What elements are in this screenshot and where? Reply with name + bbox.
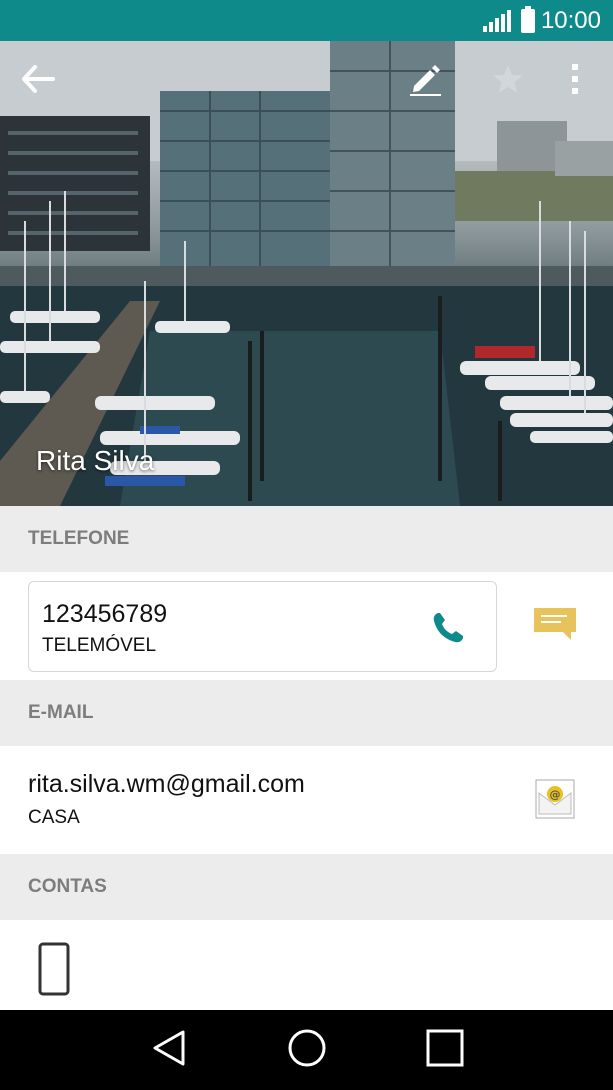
- battery-icon: [520, 5, 535, 33]
- star-icon: [493, 65, 523, 93]
- more-vert-icon: [572, 64, 578, 94]
- edit-contact-button[interactable]: [403, 57, 447, 101]
- phone-icon: [433, 613, 463, 643]
- email-row[interactable]: rita.silva.wm@gmail.com CASA @: [0, 746, 613, 854]
- phone-section-header: TELEFONE: [0, 506, 613, 572]
- accounts-row[interactable]: [0, 920, 613, 1010]
- accounts-section-header: CONTAS: [0, 854, 613, 920]
- nav-back-button[interactable]: [149, 1028, 189, 1073]
- harbor-photo: [0, 41, 613, 506]
- phone-row: 123456789 TELEMÓVEL: [0, 572, 613, 680]
- device-phone-icon: [38, 942, 70, 996]
- circle-home-icon: [288, 1029, 325, 1066]
- email-icon: @: [535, 779, 575, 819]
- nav-recents-button[interactable]: [425, 1028, 465, 1073]
- contact-name: Rita Silva: [36, 445, 155, 476]
- status-time: 10:00: [540, 6, 601, 34]
- triangle-back-icon: [153, 1030, 184, 1065]
- status-bar: 10:00: [0, 0, 613, 41]
- more-options-button[interactable]: [553, 57, 597, 101]
- email-section-header: E-MAIL: [0, 680, 613, 746]
- message-icon: [534, 608, 576, 640]
- signal-icon: [482, 9, 511, 32]
- pencil-icon: [410, 65, 441, 96]
- square-recents-icon: [426, 1029, 463, 1066]
- contact-header-photo: Rita Silva: [0, 41, 613, 506]
- favorite-button[interactable]: [486, 57, 530, 101]
- email-type: CASA: [28, 807, 80, 828]
- back-button[interactable]: [16, 57, 60, 101]
- email-address: rita.silva.wm@gmail.com: [28, 770, 305, 798]
- send-email-button[interactable]: @: [535, 779, 575, 824]
- phone-call-card[interactable]: 123456789 TELEMÓVEL: [28, 581, 497, 672]
- navigation-bar: [0, 1010, 613, 1090]
- phone-type: TELEMÓVEL: [42, 635, 157, 656]
- phone-number: 123456789: [42, 600, 168, 628]
- nav-home-button[interactable]: [286, 1027, 328, 1074]
- message-button[interactable]: [533, 606, 577, 647]
- arrow-back-icon: [22, 65, 55, 93]
- svg-text:@: @: [550, 788, 561, 801]
